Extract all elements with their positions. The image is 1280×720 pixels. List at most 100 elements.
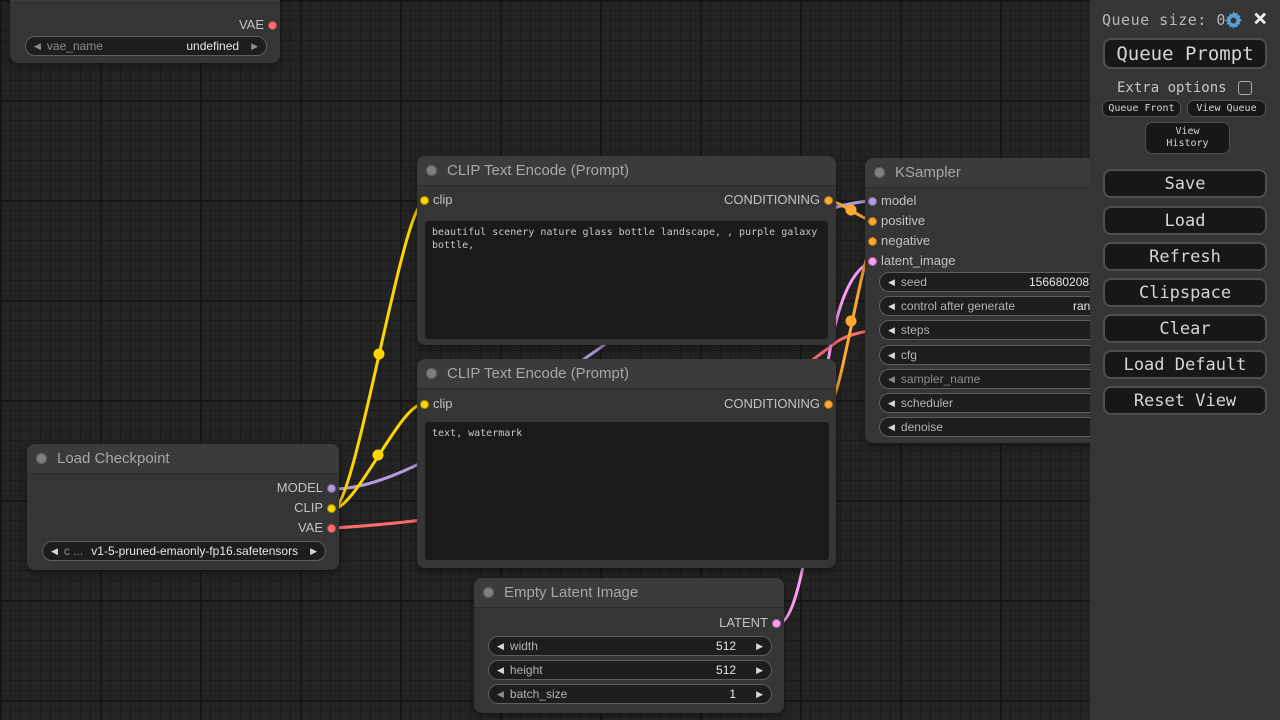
slot-dot-model[interactable]: [327, 483, 336, 493]
widget-label: batch_size: [509, 687, 568, 701]
widget-label: scheduler: [900, 396, 953, 410]
output-slot-model[interactable]: MODEL: [277, 478, 339, 498]
widget-value: 1566802087: [1029, 275, 1096, 289]
close-icon[interactable]: ×: [1253, 4, 1267, 32]
save-button[interactable]: Save: [1103, 169, 1267, 198]
node-title-bar[interactable]: Empty Latent Image: [474, 578, 784, 608]
prev-arrow-icon[interactable]: ◀: [497, 685, 504, 703]
node-empty-latent-image[interactable]: Empty Latent Image LATENT ◀ width 512 ▶ …: [474, 578, 784, 713]
prev-arrow-icon[interactable]: ◀: [34, 37, 41, 55]
slot-dot-clip[interactable]: [420, 399, 429, 409]
view-queue-button[interactable]: View Queue: [1187, 100, 1266, 117]
node-clip-text-encode-positive[interactable]: CLIP Text Encode (Prompt) clip CONDITION…: [417, 156, 836, 345]
node-title: Load Checkpoint: [57, 450, 170, 467]
prev-arrow-icon[interactable]: ◀: [888, 346, 895, 364]
output-label: VAE: [297, 520, 323, 535]
output-slot-latent[interactable]: LATENT: [719, 613, 784, 633]
slot-dot-latent[interactable]: [772, 618, 781, 628]
output-slot-vae[interactable]: VAE: [298, 518, 339, 538]
input-slot-clip[interactable]: clip: [417, 190, 453, 210]
node-load-checkpoint[interactable]: Load Checkpoint MODEL CLIP VAE ◀ c ... v…: [27, 444, 339, 570]
widget-value: v1-5-pruned-emaonly-fp16.safetensors: [91, 544, 299, 558]
slot-dot-clip[interactable]: [420, 195, 429, 205]
prev-arrow-icon[interactable]: ◀: [888, 321, 895, 339]
output-slot-vae[interactable]: VAE: [239, 15, 280, 35]
widget-value: 1: [729, 687, 737, 701]
input-slot-model[interactable]: model: [865, 191, 916, 211]
next-arrow-icon[interactable]: ▶: [756, 637, 763, 655]
output-label: CLIP: [294, 500, 323, 515]
prev-arrow-icon[interactable]: ◀: [51, 542, 58, 560]
prev-arrow-icon[interactable]: ◀: [888, 394, 895, 412]
prev-arrow-icon[interactable]: ◀: [888, 297, 895, 315]
next-arrow-icon[interactable]: ▶: [251, 37, 258, 55]
widget-width[interactable]: ◀ width 512 ▶: [488, 636, 772, 656]
output-label: CONDITIONING: [723, 396, 820, 411]
input-slot-clip[interactable]: clip: [417, 394, 453, 414]
next-arrow-icon[interactable]: ▶: [756, 685, 763, 703]
queue-prompt-button[interactable]: Queue Prompt: [1103, 38, 1267, 69]
slot-dot-conditioning[interactable]: [824, 195, 833, 205]
node-title-bar[interactable]: CLIP Text Encode (Prompt): [417, 359, 836, 389]
input-slot-negative[interactable]: negative: [865, 231, 930, 251]
slot-dot-model[interactable]: [868, 196, 877, 206]
next-arrow-icon[interactable]: ▶: [310, 542, 317, 560]
node-clip-text-encode-negative[interactable]: CLIP Text Encode (Prompt) clip CONDITION…: [417, 359, 836, 568]
prev-arrow-icon[interactable]: ◀: [888, 418, 895, 436]
slot-dot-vae[interactable]: [268, 20, 277, 30]
collapse-dot[interactable]: [36, 453, 47, 464]
slot-dot-clip[interactable]: [327, 503, 336, 513]
node-load-vae[interactable]: VAE ◀ vae_name undefined ▶: [10, 0, 280, 63]
extra-options-checkbox[interactable]: [1238, 81, 1252, 95]
node-title-bar[interactable]: CLIP Text Encode (Prompt): [417, 156, 836, 186]
input-label: clip: [433, 396, 453, 411]
output-slot-clip[interactable]: CLIP: [294, 498, 339, 518]
slot-dot-conditioning[interactable]: [868, 236, 877, 246]
slot-dot-vae[interactable]: [327, 523, 336, 533]
output-label: LATENT: [719, 615, 768, 630]
prompt-textarea[interactable]: beautiful scenery nature glass bottle la…: [425, 221, 828, 339]
collapse-dot[interactable]: [483, 587, 494, 598]
widget-height[interactable]: ◀ height 512 ▶: [488, 660, 772, 680]
widget-label: height: [509, 663, 543, 677]
node-title: CLIP Text Encode (Prompt): [447, 162, 630, 179]
node-title-bar[interactable]: [10, 0, 280, 3]
prev-arrow-icon[interactable]: ◀: [497, 661, 504, 679]
prompt-textarea[interactable]: text, watermark: [425, 422, 829, 560]
load-default-button[interactable]: Load Default: [1103, 350, 1267, 379]
input-label: negative: [881, 233, 931, 248]
clear-button[interactable]: Clear: [1103, 314, 1267, 343]
output-slot-conditioning[interactable]: CONDITIONING: [724, 394, 836, 414]
node-title-bar[interactable]: Load Checkpoint: [27, 444, 339, 474]
prev-arrow-icon[interactable]: ◀: [497, 637, 504, 655]
reset-view-button[interactable]: Reset View: [1103, 386, 1267, 415]
input-label: positive: [881, 213, 926, 228]
queue-front-button[interactable]: Queue Front: [1102, 100, 1181, 117]
load-button[interactable]: Load: [1103, 206, 1267, 235]
refresh-button[interactable]: Refresh: [1103, 242, 1267, 271]
node-title: CLIP Text Encode (Prompt): [447, 365, 630, 382]
collapse-dot[interactable]: [426, 368, 437, 379]
widget-label: vae_name: [46, 39, 103, 53]
prev-arrow-icon[interactable]: ◀: [888, 370, 895, 388]
widget-label: control after generate: [900, 299, 1015, 313]
slot-dot-latent[interactable]: [868, 256, 877, 266]
collapse-dot[interactable]: [874, 167, 885, 178]
slot-dot-conditioning[interactable]: [868, 216, 877, 226]
widget-batch-size[interactable]: ◀ batch_size 1 ▶: [488, 684, 772, 704]
output-label: MODEL: [276, 480, 323, 495]
slot-dot-conditioning[interactable]: [824, 399, 833, 409]
input-slot-positive[interactable]: positive: [865, 211, 925, 231]
input-slot-latent-image[interactable]: latent_image: [865, 251, 955, 271]
widget-label: seed: [900, 275, 927, 289]
widget-ckpt-name[interactable]: ◀ c ... v1-5-pruned-emaonly-fp16.safeten…: [42, 541, 326, 561]
output-slot-conditioning[interactable]: CONDITIONING: [724, 190, 836, 210]
clipspace-button[interactable]: Clipspace: [1103, 278, 1267, 307]
widget-label: steps: [900, 323, 930, 337]
prev-arrow-icon[interactable]: ◀: [888, 273, 895, 291]
collapse-dot[interactable]: [426, 165, 437, 176]
widget-vae-name[interactable]: ◀ vae_name undefined ▶: [25, 36, 267, 56]
next-arrow-icon[interactable]: ▶: [756, 661, 763, 679]
settings-gear-icon[interactable]: [1224, 11, 1243, 34]
view-history-button[interactable]: View History: [1145, 122, 1230, 154]
